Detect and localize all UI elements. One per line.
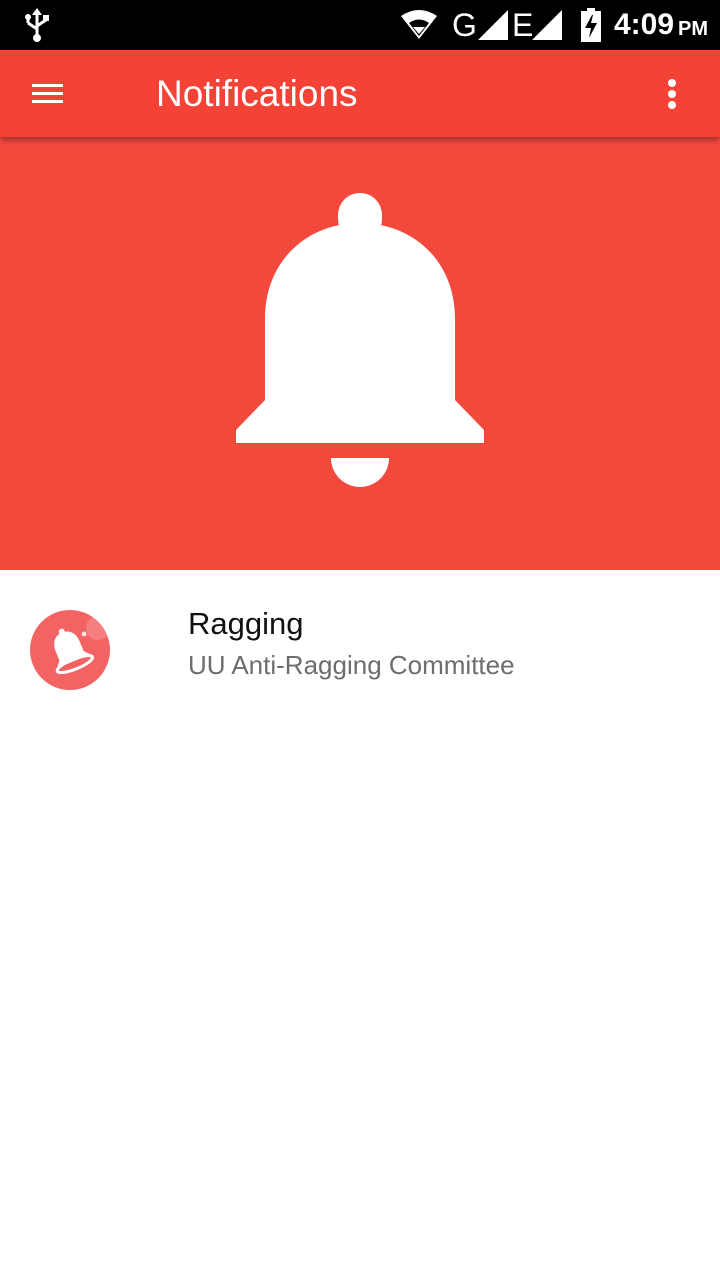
clock-time: 4:09 [614,8,675,41]
bell-icon [54,616,110,675]
menu-icon[interactable] [26,77,70,111]
notification-avatar [30,610,110,690]
hero-banner [0,137,720,570]
network-e-label: E [512,6,534,43]
app-bar: Notifications [0,50,720,137]
wifi-icon [400,0,438,50]
clock: 4:09 PM [614,0,708,50]
network-g-label: G [452,6,477,43]
page-title: Notifications [156,73,358,114]
signal-icon [532,0,562,50]
notification-subtitle: UU Anti-Ragging Committee [188,650,515,680]
more-vert-icon[interactable] [650,72,694,116]
usb-icon [22,0,52,50]
battery-charging-icon [580,0,602,50]
clock-ampm: PM [678,17,709,40]
status-bar: G E 4:09 PM [0,0,720,50]
bell-icon [234,193,486,489]
notification-item[interactable]: Ragging UU Anti-Ragging Committee [0,570,720,700]
signal-icon [478,0,508,50]
notification-title: Ragging [188,606,304,641]
